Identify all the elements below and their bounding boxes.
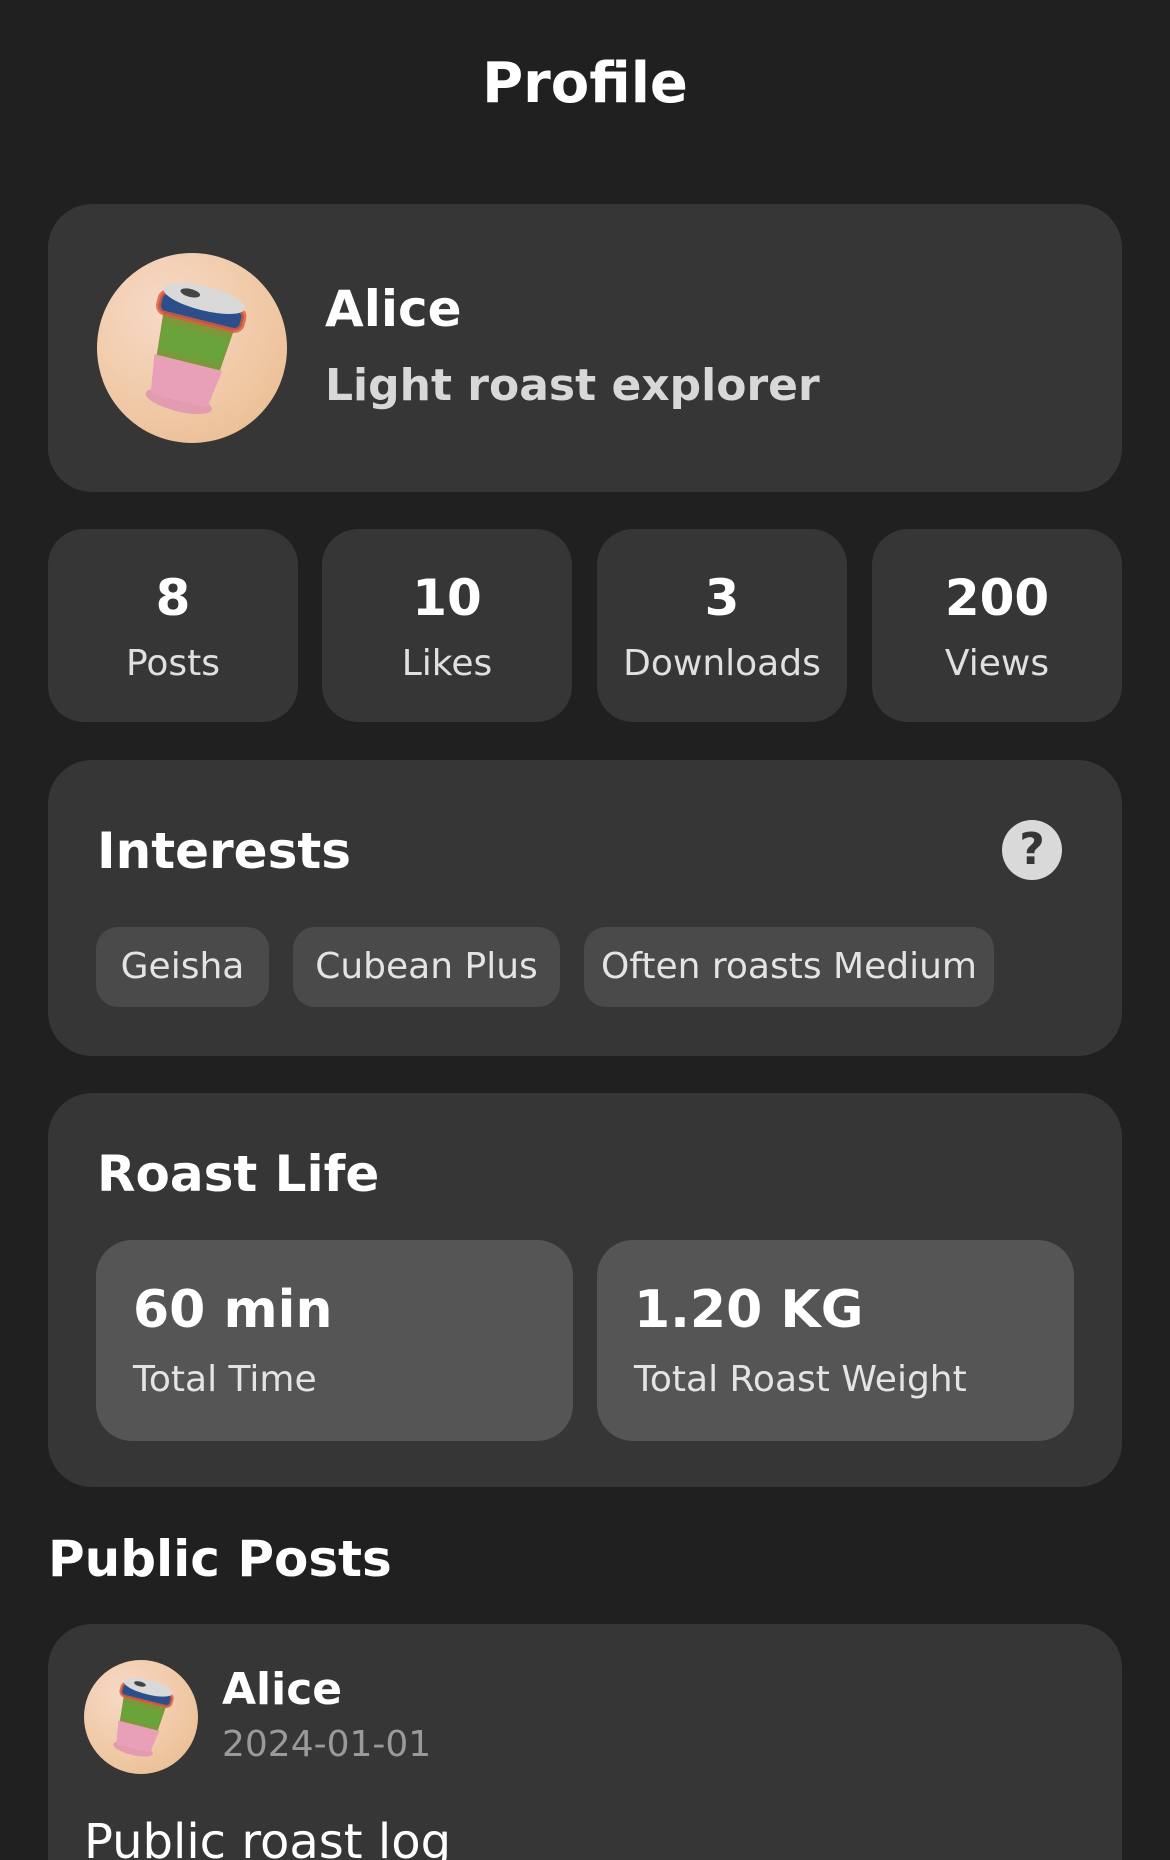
profile-bio: Light roast explorer [325,360,820,411]
total-time-value: 60 min [133,1280,333,1340]
stat-value: 200 [944,569,1050,627]
post-card[interactable]: Alice 2024-01-01 Public roast log [48,1624,1122,1860]
roast-life-title: Roast Life [97,1145,380,1203]
stat-label: Likes [401,643,493,684]
total-weight-value: 1.20 KG [634,1280,864,1340]
interest-tag[interactable]: Cubean Plus [293,927,560,1007]
coffee-cup-icon [113,1678,174,1757]
post-date: 2024-01-01 [222,1724,432,1765]
post-author: Alice [222,1664,343,1715]
profile-card[interactable]: Alice Light roast explorer [48,204,1122,492]
interests-title: Interests [97,822,352,880]
page-title: Profile [482,51,688,116]
public-posts-title: Public Posts [48,1530,392,1588]
coffee-cup-icon [145,283,247,415]
interest-tag[interactable]: Often roasts Medium [584,927,994,1007]
total-weight-tile: 1.20 KG Total Roast Weight [597,1240,1074,1441]
profile-page: Profile Alice Light roast explorer 8 Pos… [0,0,1170,1860]
post-title: Public roast log [84,1814,452,1860]
stat-value: 3 [704,569,740,627]
stat-label: Downloads [623,643,821,684]
stat-value: 10 [412,569,482,627]
stat-label: Posts [125,643,221,684]
total-time-label: Total Time [133,1359,317,1400]
avatar[interactable] [97,253,287,443]
stat-posts[interactable]: 8 Posts [48,529,298,722]
question-mark-icon[interactable]: ? [1002,820,1062,880]
interest-tag[interactable]: Geisha [96,927,269,1007]
stat-downloads[interactable]: 3 Downloads [597,529,847,722]
roast-life-card: Roast Life 60 min Total Time 1.20 KG Tot… [48,1093,1122,1487]
stat-label: Views [944,643,1050,684]
stat-value: 8 [155,569,191,627]
stat-views[interactable]: 200 Views [872,529,1122,722]
avatar[interactable] [84,1660,198,1774]
profile-name: Alice [325,280,462,338]
interests-card: Interests ? Geisha Cubean Plus Often roa… [48,760,1122,1056]
total-time-tile: 60 min Total Time [96,1240,573,1441]
stat-likes[interactable]: 10 Likes [322,529,572,722]
total-weight-label: Total Roast Weight [634,1359,967,1400]
